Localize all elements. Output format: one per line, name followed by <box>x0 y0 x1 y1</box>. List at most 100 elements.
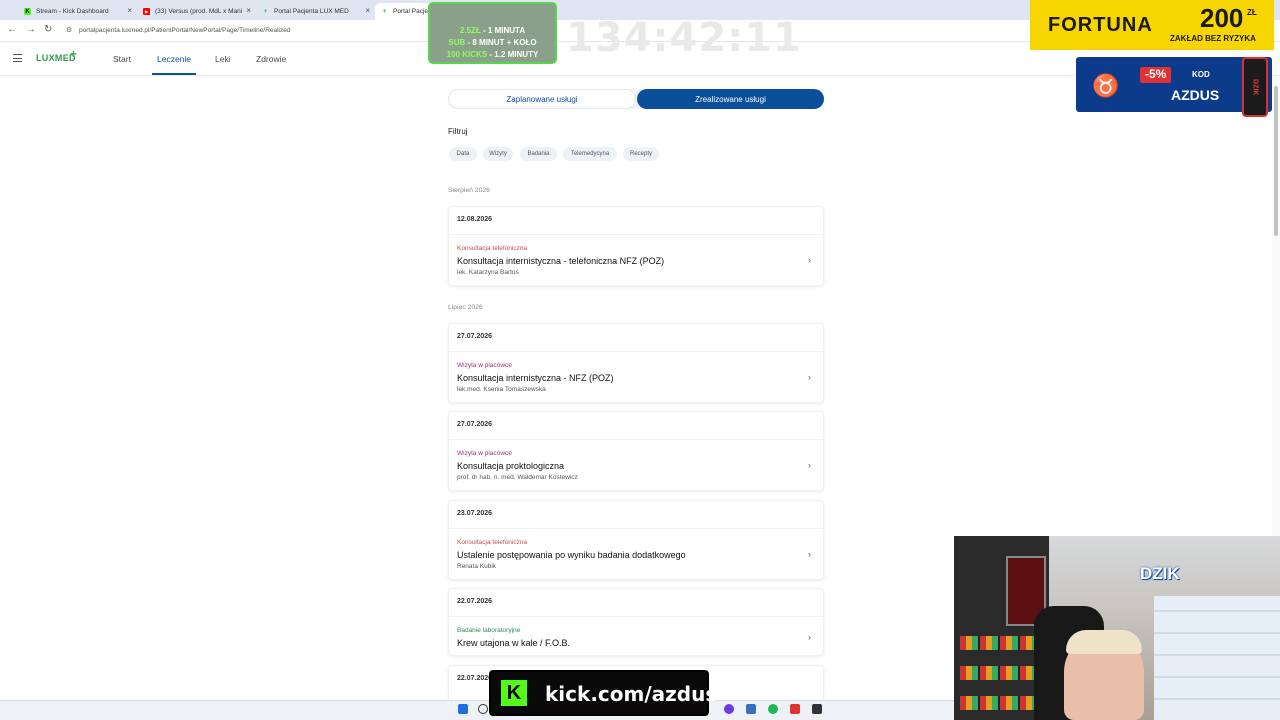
kick-channel-url: kick.com/azdus <box>545 682 718 706</box>
service-type: Wizyta w placówce <box>457 450 512 457</box>
filter-chip-telemedycyna[interactable]: Telemedycyna <box>563 147 617 161</box>
bull-icon: ♉ <box>1092 73 1120 98</box>
forward-arrow-icon[interactable]: → <box>26 24 36 35</box>
dzik-logo: DZIK <box>1140 564 1180 583</box>
fortuna-ad-banner: FORTUNA 200 ZŁ ZAKŁAD BEZ RYZYKA <box>1030 0 1274 50</box>
month-header: Sierpień 2026 <box>448 187 490 194</box>
close-tab-icon[interactable]: × <box>127 6 132 15</box>
reload-icon[interactable]: ↻ <box>44 24 52 35</box>
terminal-icon[interactable] <box>812 704 822 714</box>
filter-chip-recepty[interactable]: Recepty <box>623 147 659 161</box>
close-tab-icon[interactable]: × <box>246 6 251 15</box>
stacked-boxes <box>1154 596 1280 720</box>
luxmed-favicon-icon: + <box>382 8 387 15</box>
shelf-row <box>960 666 1045 680</box>
kick-channel-banner: K kick.com/azdus <box>489 670 717 716</box>
search-icon[interactable] <box>478 704 488 714</box>
service-type: Badanie laboratoryjne <box>457 627 521 634</box>
back-arrow-icon[interactable]: ← <box>7 24 17 35</box>
energy-drink-can: DZIK <box>1242 57 1268 117</box>
service-date: 27.07.2026 <box>457 333 493 340</box>
tab-title: Portal Pacjenta LUX MED <box>274 8 349 15</box>
card-divider <box>449 234 823 235</box>
filter-chip-wizyty[interactable]: Wizyty <box>483 147 513 161</box>
nav-leki[interactable]: Leki <box>215 54 231 64</box>
service-doctor: prof. dr hab. n. med. Waldemar Kostewicz <box>457 474 578 481</box>
service-title: Ustalenie postępowania po wyniku badania… <box>457 550 686 560</box>
scrollbar-thumb[interactable] <box>1274 86 1278 236</box>
hamburger-menu-icon[interactable] <box>13 54 22 62</box>
card-divider <box>449 528 823 529</box>
service-card[interactable]: 27.07.2026 Wizyta w placówce Konsultacja… <box>448 411 824 491</box>
nav-zdrowie[interactable]: Zdrowie <box>256 54 286 64</box>
tab-title: Stream - Kick Dashboard <box>36 8 109 15</box>
planned-services-tab[interactable]: Zaplanowane usługi <box>448 89 636 109</box>
fortuna-currency: ZŁ <box>1247 8 1257 17</box>
service-title: Konsultacja internistyczna - telefoniczn… <box>457 256 665 266</box>
fortuna-logo: FORTUNA <box>1048 14 1153 36</box>
browser-tab-luxmed[interactable]: + Portal Pacjenta LUX MED × <box>256 3 374 20</box>
service-date: 23.07.2026 <box>457 510 493 517</box>
promo-code-banner: ♉ -5% KOD AZDUS DZIK <box>1076 57 1272 117</box>
spotify-icon[interactable] <box>768 704 778 714</box>
service-title: Krew utajona w kale / F.O.B. <box>457 638 571 648</box>
sub-goal-overlay: 2.5ZŁ - 1 MINUTA SUB - 8 MINUT + KOŁO 10… <box>428 2 557 64</box>
fortuna-tagline: ZAKŁAD BEZ RYZYKA <box>1170 34 1256 43</box>
sub-goal-line: SUB - 8 MINUT + KOŁO <box>430 38 555 47</box>
service-card[interactable]: 22.07.2026 Badanie laboratoryjne Krew ut… <box>448 588 824 656</box>
service-type: Konsultacja telefoniczna <box>457 245 528 252</box>
sub-goal-amount: 2.5ZŁ <box>459 26 481 35</box>
sub-goal-text: - 1 MINUTA <box>480 26 526 35</box>
card-divider <box>449 351 823 352</box>
service-title: Konsultacja proktologiczna <box>457 461 565 471</box>
stream-timer: 134:42:11 <box>566 15 802 61</box>
shelf-row <box>960 636 1045 650</box>
sub-goal-text: - 8 MINUT + KOŁO <box>465 38 537 47</box>
realized-services-tab[interactable]: Zrealizowane usługi <box>637 89 824 109</box>
service-type: Konsultacja telefoniczna <box>457 539 528 546</box>
fortuna-amount: 200 <box>1200 3 1244 33</box>
close-tab-icon[interactable]: × <box>365 6 370 15</box>
service-card[interactable]: 27.07.2026 Wizyta w placówce Konsultacja… <box>448 323 824 403</box>
kick-favicon-icon: K <box>24 8 31 15</box>
chevron-right-icon: › <box>808 255 811 265</box>
chevron-right-icon: › <box>808 460 811 470</box>
nav-leczenie[interactable]: Leczenie <box>157 54 191 64</box>
browser-tab-youtube[interactable]: ▶ (33) Versus (prod. MdL x Mani × <box>137 3 255 20</box>
chevron-right-icon: › <box>808 549 811 559</box>
sub-goal-amount: 100 KICKS <box>446 50 488 59</box>
service-card[interactable]: 23.07.2026 Konsultacja telefoniczna Usta… <box>448 500 824 580</box>
luxmed-plus-icon: + <box>70 47 78 61</box>
app-icon[interactable] <box>790 704 800 714</box>
filter-chip-data[interactable]: Data <box>449 147 477 161</box>
browser-tab-kick[interactable]: K Stream - Kick Dashboard × <box>18 3 136 20</box>
service-title: Konsultacja internistyczna - NFZ (POZ) <box>457 373 614 383</box>
youtube-favicon-icon: ▶ <box>143 8 150 15</box>
discord-icon[interactable] <box>724 704 734 714</box>
luxmed-favicon-icon: + <box>263 8 268 15</box>
month-header: Lipiec 2026 <box>448 304 483 311</box>
tab-title: (33) Versus (prod. MdL x Mani <box>155 8 243 15</box>
nav-start[interactable]: Start <box>113 54 131 64</box>
service-doctor: lek.med. Ksenia Tomaszewska <box>457 386 546 393</box>
card-divider <box>449 616 823 617</box>
filter-chip-badania[interactable]: Badania <box>520 147 557 161</box>
sub-goal-amount: SUB <box>448 38 466 47</box>
windows-start-icon[interactable] <box>458 704 468 714</box>
sub-goal-line: 100 KICKS - 1.2 MINUTY <box>430 50 555 59</box>
promo-code: AZDUS <box>1171 87 1220 103</box>
card-divider <box>449 439 823 440</box>
app-icon[interactable] <box>746 704 756 714</box>
services-toggle: Zaplanowane usługi Zrealizowane usługi <box>448 89 824 109</box>
active-nav-indicator <box>152 73 196 75</box>
url-field[interactable]: portalpacjenta.luxmed.pl/PatientPortal/N… <box>79 27 290 34</box>
service-type: Wizyta w placówce <box>457 362 512 369</box>
sub-goal-line: 2.5ZŁ - 1 MINUTA <box>430 26 555 35</box>
service-date: 22.07.2026 <box>457 675 493 682</box>
chevron-right-icon: › <box>808 632 811 642</box>
service-card[interactable]: 12.08.2026 Konsultacja telefoniczna Kons… <box>448 206 824 286</box>
code-label: KOD <box>1192 70 1210 79</box>
windows-taskbar <box>0 700 954 720</box>
site-info-icon[interactable]: ⚙ <box>66 26 72 34</box>
chevron-right-icon: › <box>808 372 811 382</box>
